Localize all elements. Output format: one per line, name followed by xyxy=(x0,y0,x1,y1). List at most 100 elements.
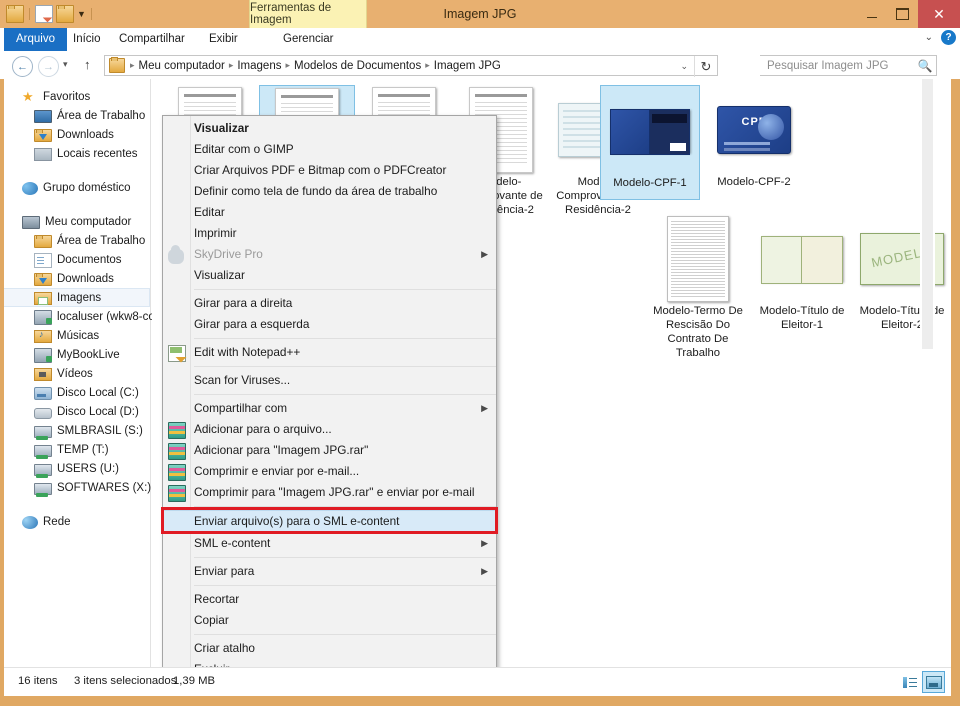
menu-item-compartilhar-com[interactable]: Compartilhar com ▶ xyxy=(163,398,496,419)
details-view-button[interactable] xyxy=(899,672,920,692)
sidebar-item-label: Downloads xyxy=(57,129,114,141)
winrar-icon xyxy=(168,485,186,502)
sidebar-item-area-de-trabalho[interactable]: Área de Trabalho xyxy=(4,106,150,125)
search-input[interactable]: Pesquisar Imagem JPG 🔍 xyxy=(760,55,937,76)
menu-item-visualizar-2[interactable]: Visualizar xyxy=(163,265,496,286)
breadcrumb-item-0[interactable]: Meu computador xyxy=(136,60,228,72)
sidebar-item-area-de-trabalho-pc[interactable]: Área de Trabalho xyxy=(4,231,150,250)
breadcrumb-item-2[interactable]: Modelos de Documentos xyxy=(291,60,424,72)
sidebar-item-smlbrasil[interactable]: SMLBRASIL (S:) xyxy=(4,421,150,440)
menu-item-comprimir-enviar-email[interactable]: Comprimir e enviar por e-mail... xyxy=(163,461,496,482)
music-icon xyxy=(34,330,52,343)
forward-button[interactable]: → xyxy=(38,56,59,77)
vertical-scrollbar[interactable] xyxy=(920,79,935,667)
properties-folder-icon[interactable] xyxy=(56,5,74,23)
sidebar-item-documentos[interactable]: Documentos xyxy=(4,250,150,269)
status-selection-count: 3 itens selecionados xyxy=(74,675,176,687)
tab-gerenciar[interactable]: Gerenciar xyxy=(272,28,345,51)
folder-icon[interactable] xyxy=(6,5,24,23)
sidebar-item-meu-computador[interactable]: Meu computador xyxy=(4,212,150,231)
minimize-button[interactable] xyxy=(856,0,887,28)
menu-item-comprimir-para-rar-enviar-email[interactable]: Comprimir para "Imagem JPG.rar" e enviar… xyxy=(163,482,496,503)
menu-item-label: Compartilhar com xyxy=(194,401,287,415)
winrar-icon xyxy=(168,422,186,439)
menu-separator xyxy=(194,366,496,367)
sidebar-item-imagens[interactable]: Imagens xyxy=(4,288,150,307)
menu-item-edit-with-notepadpp[interactable]: Edit with Notepad++ xyxy=(163,342,496,363)
menu-item-editar[interactable]: Editar xyxy=(163,202,496,223)
menu-item-adicionar-para-rar[interactable]: Adicionar para "Imagem JPG.rar" xyxy=(163,440,496,461)
menu-item-sml-econtent[interactable]: SML e-content ▶ xyxy=(163,533,496,554)
menu-item-excluir[interactable]: Excluir xyxy=(163,659,496,667)
sidebar-item-localuser[interactable]: localuser (wkw8-cor xyxy=(4,307,150,326)
sidebar-item-mybooklive[interactable]: MyBookLive xyxy=(4,345,150,364)
menu-item-imprimir[interactable]: Imprimir xyxy=(163,223,496,244)
file-item[interactable]: MODELO Modelo-Título de Eleitor-2 xyxy=(852,214,951,332)
menu-item-recortar[interactable]: Recortar xyxy=(163,589,496,610)
sidebar-item-rede[interactable]: Rede xyxy=(4,512,150,531)
maximize-button[interactable] xyxy=(887,0,918,28)
sidebar-item-label: SMLBRASIL (S:) xyxy=(57,425,143,437)
menu-separator xyxy=(194,557,496,558)
breadcrumb-item-1[interactable]: Imagens xyxy=(234,60,284,72)
tab-inicio[interactable]: Início xyxy=(62,28,112,51)
large-icons-view-button[interactable] xyxy=(922,671,945,693)
sidebar-item-locais-recentes[interactable]: Locais recentes xyxy=(4,144,150,163)
refresh-icon[interactable]: ↻ xyxy=(694,56,717,77)
address-bar: ← → ▾ ↑ ▸ Meu computador ▸ Imagens ▸ Mod… xyxy=(0,51,960,79)
menu-item-enviar-para[interactable]: Enviar para ▶ xyxy=(163,561,496,582)
file-item[interactable]: Modelo-CPF-1 xyxy=(600,85,700,200)
winrar-icon xyxy=(168,443,186,460)
file-item[interactable]: Modelo-Termo De Rescisão Do Contrato De … xyxy=(648,214,748,360)
back-button[interactable]: ← xyxy=(12,56,33,77)
qat-divider-2 xyxy=(91,8,92,20)
menu-item-copiar[interactable]: Copiar xyxy=(163,610,496,631)
sidebar-item-downloads[interactable]: Downloads xyxy=(4,125,150,144)
sidebar-item-users[interactable]: USERS (U:) xyxy=(4,459,150,478)
tab-compartilhar[interactable]: Compartilhar xyxy=(108,28,196,51)
new-folder-icon[interactable] xyxy=(35,5,53,23)
sidebar-item-downloads-pc[interactable]: Downloads xyxy=(4,269,150,288)
sidebar-item-softwares[interactable]: SOFTWARES (X:) xyxy=(4,478,150,497)
close-button[interactable]: ✕ xyxy=(918,0,960,28)
help-icon[interactable]: ? xyxy=(941,30,956,45)
menu-item-criar-atalho[interactable]: Criar atalho xyxy=(163,638,496,659)
recent-locations-dropdown[interactable]: ▾ xyxy=(63,59,68,70)
sidebar-item-videos[interactable]: Vídeos xyxy=(4,364,150,383)
menu-item-label: Comprimir para "Imagem JPG.rar" e enviar… xyxy=(194,485,474,499)
tab-exibir[interactable]: Exibir xyxy=(198,28,249,51)
menu-item-editar-com-gimp[interactable]: Editar com o GIMP xyxy=(163,139,496,160)
menu-item-girar-direita[interactable]: Girar para a direita xyxy=(163,293,496,314)
menu-item-label: Enviar para xyxy=(194,564,254,578)
breadcrumb-item-3[interactable]: Imagem JPG xyxy=(431,60,504,72)
chevron-down-icon[interactable]: ▼ xyxy=(77,10,86,19)
sidebar-spacer-2 xyxy=(4,197,150,212)
submenu-arrow-icon: ▶ xyxy=(481,244,488,265)
sidebar-item-disco-local-c[interactable]: Disco Local (C:) xyxy=(4,383,150,402)
sidebar-item-musicas[interactable]: Músicas xyxy=(4,326,150,345)
system-drive-icon xyxy=(34,387,52,400)
up-button[interactable]: ↑ xyxy=(84,57,91,72)
context-menu[interactable]: Visualizar Editar com o GIMP Criar Arqui… xyxy=(162,115,497,667)
menu-item-enviar-arquivos-sml-econtent[interactable]: Enviar arquivo(s) para o SML e-content xyxy=(163,510,496,533)
sidebar-item-favoritos[interactable]: ★ Favoritos xyxy=(4,87,150,106)
scrollbar-thumb[interactable] xyxy=(922,79,933,349)
menu-item-skydrive-pro[interactable]: SkyDrive Pro ▶ xyxy=(163,244,496,265)
chevron-down-icon[interactable]: ⌄ xyxy=(925,32,933,43)
sidebar-item-label: Imagens xyxy=(57,292,101,304)
menu-item-scan-for-viruses[interactable]: Scan for Viruses... xyxy=(163,370,496,391)
tab-arquivo[interactable]: Arquivo xyxy=(4,28,67,51)
file-item[interactable]: CPF Modelo-CPF-2 xyxy=(704,85,804,189)
sidebar-item-grupo-domestico[interactable]: Grupo doméstico xyxy=(4,178,150,197)
menu-item-criar-arquivos-pdf[interactable]: Criar Arquivos PDF e Bitmap com o PDFCre… xyxy=(163,160,496,181)
menu-item-adicionar-para-arquivo[interactable]: Adicionar para o arquivo... xyxy=(163,419,496,440)
sidebar-item-disco-local-d[interactable]: Disco Local (D:) xyxy=(4,402,150,421)
sidebar-item-temp[interactable]: TEMP (T:) xyxy=(4,440,150,459)
search-icon[interactable]: 🔍 xyxy=(914,59,936,73)
menu-item-definir-tela-de-fundo[interactable]: Definir como tela de fundo da área de tr… xyxy=(163,181,496,202)
breadcrumb[interactable]: ▸ Meu computador ▸ Imagens ▸ Modelos de … xyxy=(104,55,718,76)
file-item[interactable]: Modelo-Título de Eleitor-1 xyxy=(752,214,852,332)
path-dropdown-icon[interactable]: ⌄ xyxy=(675,56,693,77)
menu-item-visualizar[interactable]: Visualizar xyxy=(163,118,496,139)
menu-item-girar-esquerda[interactable]: Girar para a esquerda xyxy=(163,314,496,335)
